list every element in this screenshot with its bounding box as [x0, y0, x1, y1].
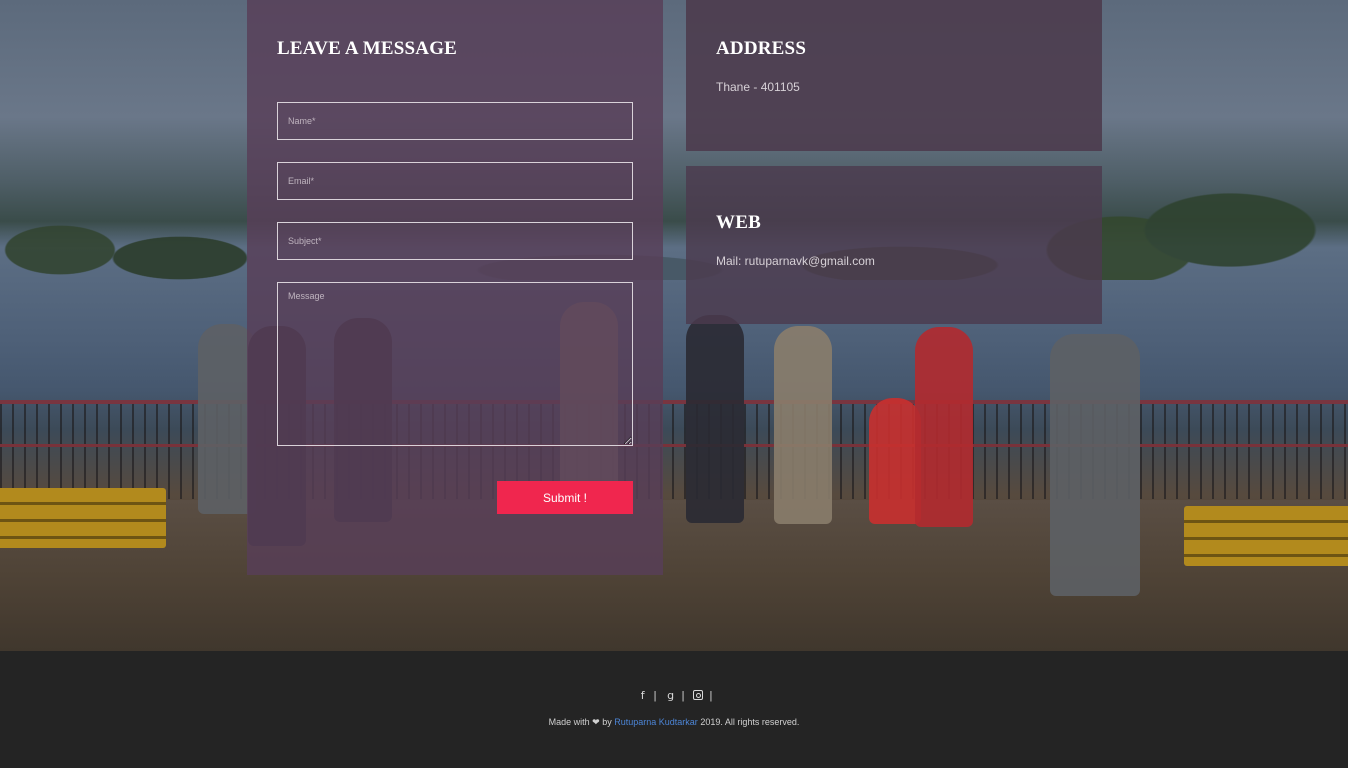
background-treeline: [0, 170, 1348, 280]
social-links: f | g | |: [0, 689, 1348, 702]
leave-message-panel: LEAVE A MESSAGE Submit !: [247, 0, 663, 575]
google-plus-icon[interactable]: g: [666, 689, 676, 702]
lakeside-ground: [0, 500, 1348, 651]
credit-prefix: Made with: [548, 717, 590, 727]
person-silhouette: [1050, 334, 1140, 596]
web-panel: WEB Mail: rutuparnavk@gmail.com: [686, 166, 1102, 324]
instagram-icon: [693, 690, 704, 700]
social-separator: |: [653, 690, 657, 702]
contact-form: Submit !: [277, 102, 633, 514]
site-footer: f | g | | Made with ❤ by Rutuparna Kudtark…: [0, 651, 1348, 768]
lake-background-photo: [0, 0, 1348, 651]
subject-input[interactable]: [277, 222, 633, 260]
author-link[interactable]: Rutuparna Kudtarkar: [614, 717, 698, 727]
address-title: ADDRESS: [716, 38, 807, 59]
name-input[interactable]: [277, 102, 633, 140]
person-silhouette: [774, 326, 832, 524]
facebook-icon[interactable]: f: [638, 689, 648, 702]
message-textarea[interactable]: [277, 282, 633, 446]
credit-suffix: 2019. All rights reserved.: [700, 717, 800, 727]
submit-button[interactable]: Submit !: [497, 481, 633, 514]
contact-form-title: LEAVE A MESSAGE: [277, 38, 458, 59]
email-input[interactable]: [277, 162, 633, 200]
social-separator: |: [681, 690, 685, 702]
address-panel: ADDRESS Thane - 401105: [686, 0, 1102, 151]
web-mail-text: Mail: rutuparnavk@gmail.com: [716, 254, 875, 268]
person-silhouette: [686, 315, 744, 523]
child-silhouette: [869, 398, 921, 524]
heart-icon: ❤: [592, 718, 600, 728]
address-text: Thane - 401105: [716, 80, 800, 94]
left-bench: [0, 488, 166, 548]
credit-by: by: [602, 717, 612, 727]
social-separator: |: [709, 690, 713, 702]
person-silhouette: [915, 327, 973, 527]
web-title: WEB: [716, 212, 761, 233]
copyright-credit: Made with ❤ by Rutuparna Kudtarkar 2019.…: [0, 717, 1348, 728]
instagram-icon[interactable]: [693, 689, 704, 702]
right-bench: [1184, 506, 1348, 566]
